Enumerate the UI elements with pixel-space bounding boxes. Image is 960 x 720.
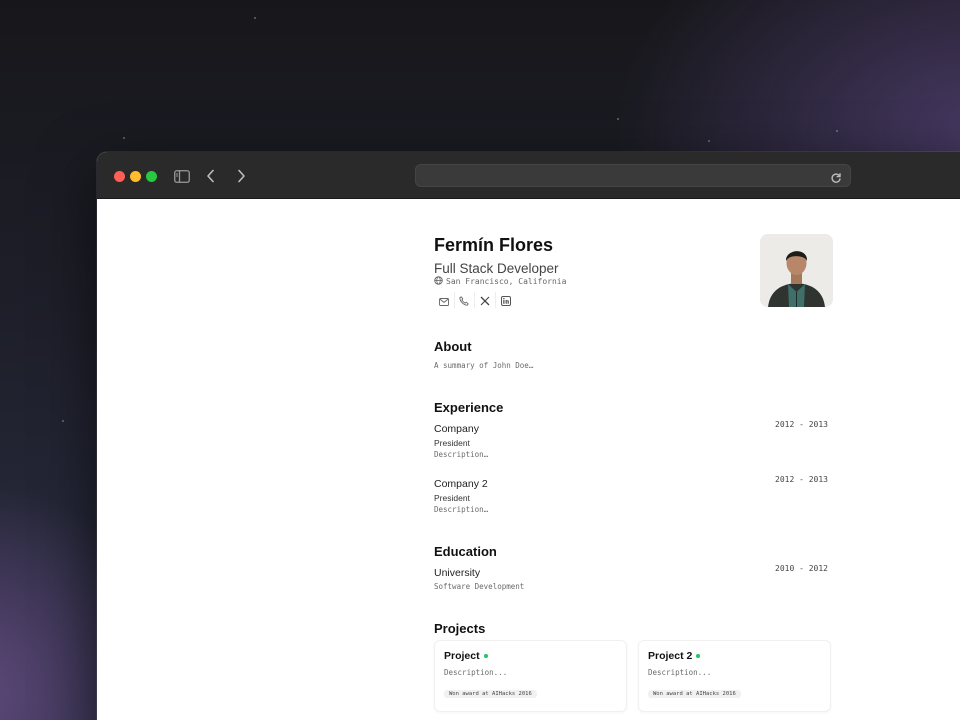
project-title: Project	[444, 650, 488, 662]
project-title-text: Project 2	[648, 650, 693, 662]
project-card[interactable]: Project 2 Description... Won award at AI…	[638, 640, 831, 712]
education-heading: Education	[434, 544, 497, 559]
background-star	[123, 137, 125, 139]
background-star	[708, 140, 710, 142]
mail-icon	[438, 291, 449, 310]
experience-company: Company 2	[434, 478, 488, 490]
reload-icon[interactable]	[830, 169, 844, 183]
address-bar[interactable]	[415, 164, 851, 187]
status-dot	[696, 654, 701, 658]
location-text: San Francisco, California	[446, 277, 567, 286]
contact-links	[434, 292, 516, 308]
experience-description: Description…	[434, 505, 489, 514]
profile-photo	[760, 234, 833, 307]
experience-dates: 2012 - 2013	[775, 475, 828, 484]
sidebar-toggle-icon[interactable]	[172, 166, 192, 186]
phone-button[interactable]	[455, 291, 475, 310]
back-arrow-icon[interactable]	[201, 166, 221, 186]
project-title: Project 2	[648, 650, 701, 662]
phone-icon	[459, 291, 469, 310]
project-card[interactable]: Project Description... Won award at AIHa…	[434, 640, 627, 712]
minimize-window-button[interactable]	[130, 171, 141, 182]
project-badge: Won award at AIHacks 2016	[648, 690, 741, 698]
browser-toolbar	[97, 152, 960, 199]
education-dates: 2010 - 2012	[775, 564, 828, 573]
project-description: Description...	[444, 668, 508, 677]
x-icon	[480, 291, 490, 310]
projects-heading: Projects	[434, 621, 486, 636]
project-badge: Won award at AIHacks 2016	[444, 690, 537, 698]
background-star	[254, 17, 256, 19]
background-star	[62, 420, 64, 422]
status-dot	[483, 654, 488, 658]
about-heading: About	[434, 339, 472, 354]
background-star	[617, 118, 619, 120]
education-school: University	[434, 567, 481, 579]
resume-name: Fermín Flores	[434, 235, 554, 255]
experience-dates: 2012 - 2013	[775, 420, 828, 429]
x-profile-button[interactable]	[475, 292, 496, 308]
background-star	[836, 130, 838, 132]
project-title-text: Project	[444, 650, 480, 662]
experience-description: Description…	[434, 450, 489, 459]
globe-icon	[434, 276, 443, 287]
experience-company: Company	[434, 423, 479, 435]
resume-location: San Francisco, California	[434, 276, 566, 287]
forward-arrow-icon[interactable]	[231, 166, 251, 186]
project-description: Description...	[648, 668, 712, 677]
resume-job-title: Full Stack Developer	[434, 261, 559, 276]
browser-window: Fermín Flores Full Stack Developer San F…	[97, 152, 960, 720]
experience-position: President	[434, 493, 470, 503]
email-button[interactable]	[434, 292, 455, 308]
maximize-window-button[interactable]	[146, 171, 157, 182]
experience-heading: Experience	[434, 400, 504, 415]
close-window-button[interactable]	[114, 171, 125, 182]
about-summary: A summary of John Doe…	[434, 361, 534, 370]
experience-position: President	[434, 438, 470, 448]
linkedin-icon	[500, 291, 511, 310]
linkedin-button[interactable]	[496, 292, 517, 308]
education-degree: Software Development	[434, 582, 525, 591]
